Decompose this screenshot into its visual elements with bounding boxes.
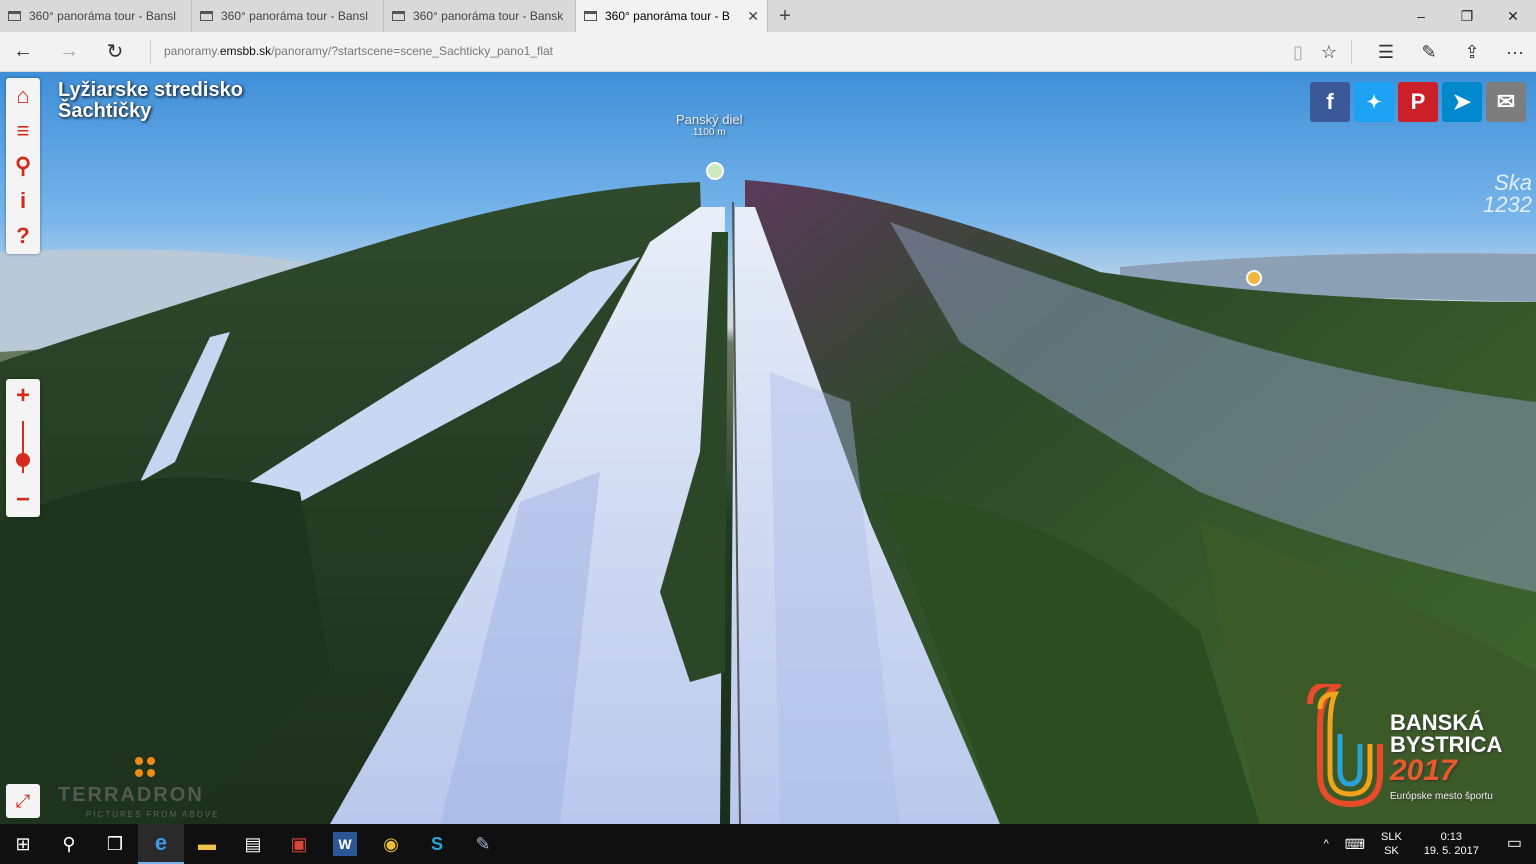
bb-year: 2017 bbox=[1390, 754, 1457, 787]
panorama-viewer[interactable]: Lyžiarske stredisko Šachtičky ⌂ ≡ ⚲ i ? … bbox=[0, 72, 1536, 824]
tab-page-icon bbox=[584, 11, 597, 21]
tray-overflow-icon[interactable]: ^ bbox=[1316, 837, 1337, 851]
info-icon[interactable]: i bbox=[6, 183, 40, 218]
tab-title: 360° panoráma tour - B bbox=[605, 9, 730, 23]
keyboard-icon[interactable]: ⌨ bbox=[1337, 837, 1373, 851]
window-controls: – ❐ ✕ bbox=[1398, 0, 1536, 32]
terradron-logo: TERRADRON bbox=[58, 784, 204, 806]
email-share-button[interactable]: ✉ bbox=[1486, 82, 1526, 122]
keyboard-layout: SK bbox=[1384, 845, 1399, 857]
tab-bar: 360° panoráma tour - Bansl 360° panoráma… bbox=[0, 0, 1536, 32]
close-window-button[interactable]: ✕ bbox=[1490, 0, 1536, 32]
zoom-slider-handle[interactable] bbox=[16, 453, 30, 467]
share-buttons: f ✦ P ➤ ✉ bbox=[1310, 82, 1526, 122]
hub-icon[interactable]: ☰ bbox=[1374, 40, 1398, 64]
map-pin-icon[interactable]: ⚲ bbox=[6, 148, 40, 183]
zoom-out-button[interactable]: − bbox=[6, 483, 40, 517]
bb-line-1: BANSKÁ bbox=[1390, 710, 1485, 735]
browser-tab-2[interactable]: 360° panoráma tour - Bansl bbox=[192, 0, 384, 32]
clock-date: 19. 5. 2017 bbox=[1423, 845, 1479, 857]
search-icon[interactable]: ⚲ bbox=[46, 824, 92, 864]
pdf-app-icon[interactable]: ▣ bbox=[276, 824, 322, 864]
minimize-button[interactable]: – bbox=[1398, 0, 1444, 32]
panorama-sidebar: ⌂ ≡ ⚲ i ? bbox=[6, 78, 40, 254]
url-path: /panoramy/?startscene=scene_Sachticky_pa… bbox=[271, 44, 554, 58]
restore-button[interactable]: ❐ bbox=[1444, 0, 1490, 32]
chrome-app-icon[interactable]: ◉ bbox=[368, 824, 414, 864]
word-app-icon[interactable]: W bbox=[333, 832, 357, 856]
web-note-icon[interactable]: ✎ bbox=[1417, 40, 1441, 64]
browser-tab-1[interactable]: 360° panoráma tour - Bansl bbox=[0, 0, 192, 32]
tab-close-icon[interactable]: ✕ bbox=[747, 8, 759, 25]
zoom-control: + − bbox=[6, 379, 40, 517]
browser-tab-4-active[interactable]: 360° panoráma tour - B ✕ bbox=[576, 0, 768, 32]
hotspot-name: Panský diel bbox=[676, 112, 743, 127]
task-view-icon[interactable]: ❒ bbox=[92, 824, 138, 864]
edge-peak-altitude: 1232 bbox=[1483, 192, 1532, 217]
system-tray: ^ ⌨ SLK SK 0:13 19. 5. 2017 ▭ bbox=[1316, 824, 1536, 864]
windows-taskbar: ⊞ ⚲ ❒ e ▬ ▤ ▣ W ◉ S ✎ bbox=[0, 824, 1536, 864]
paint-app-icon[interactable]: ✎ bbox=[460, 824, 506, 864]
terradron-tagline: PICTURES FROM ABOVE bbox=[86, 810, 220, 819]
title-line-1: Lyžiarske stredisko bbox=[58, 79, 243, 101]
edge-peak-name: Ska bbox=[1494, 170, 1532, 195]
twitter-share-button[interactable]: ✦ bbox=[1354, 82, 1394, 122]
terradron-logo-icon bbox=[135, 757, 155, 777]
tab-page-icon bbox=[8, 11, 21, 21]
back-button[interactable]: ← bbox=[0, 32, 46, 72]
tab-page-icon bbox=[200, 11, 213, 21]
zoom-in-button[interactable]: + bbox=[6, 379, 40, 413]
clock-time: 0:13 bbox=[1440, 831, 1463, 843]
fullscreen-icon[interactable]: ⤢ bbox=[6, 784, 40, 818]
tab-title: 360° panoráma tour - Bansl bbox=[221, 9, 368, 23]
browser-tab-3[interactable]: 360° panoráma tour - Bansk bbox=[384, 0, 576, 32]
language-code: SLK bbox=[1381, 831, 1402, 843]
forward-button[interactable]: → bbox=[46, 32, 92, 72]
notifications-icon[interactable]: ▭ bbox=[1493, 836, 1536, 852]
address-separator bbox=[150, 40, 151, 64]
more-icon[interactable]: ··· bbox=[1503, 40, 1527, 64]
bb-subtitle: Európske mesto športu bbox=[1390, 791, 1493, 802]
bb-line-2: BYSTRICA bbox=[1390, 732, 1503, 757]
pinterest-share-button[interactable]: P bbox=[1398, 82, 1438, 122]
home-icon[interactable]: ⌂ bbox=[6, 78, 40, 113]
facebook-share-button[interactable]: f bbox=[1310, 82, 1350, 122]
edge-peak-label: Ska 1232 bbox=[1483, 172, 1532, 216]
title-line-2: Šachtičky bbox=[58, 100, 152, 122]
share-icon[interactable]: ⇪ bbox=[1460, 40, 1484, 64]
favorite-star-icon[interactable]: ☆ bbox=[1317, 40, 1341, 64]
menu-icon[interactable]: ≡ bbox=[6, 113, 40, 148]
url-prefix: panoramy. bbox=[164, 44, 220, 58]
store-icon[interactable]: ▤ bbox=[230, 824, 276, 864]
hotspot-marker-icon[interactable] bbox=[706, 162, 724, 180]
tab-page-icon bbox=[392, 11, 405, 21]
help-icon[interactable]: ? bbox=[6, 218, 40, 253]
hotspot-label-pansky-diel: Panský diel 1100 m bbox=[676, 112, 742, 138]
hotspot-altitude: 1100 m bbox=[692, 127, 726, 138]
start-button[interactable]: ⊞ bbox=[0, 824, 46, 864]
new-tab-button[interactable]: + bbox=[768, 0, 802, 32]
skype-app-icon[interactable]: S bbox=[414, 824, 460, 864]
refresh-button[interactable]: ↻ bbox=[92, 32, 138, 72]
banska-bystrica-logo: BANSKÁ BYSTRICA 2017 Európske mesto špor… bbox=[1390, 712, 1502, 808]
telegram-share-button[interactable]: ➤ bbox=[1442, 82, 1482, 122]
tab-title: 360° panoráma tour - Bansk bbox=[413, 9, 564, 23]
edge-app-icon[interactable]: e bbox=[138, 824, 184, 864]
tab-title: 360° panoráma tour - Bansl bbox=[29, 9, 176, 23]
url-domain: emsbb.sk bbox=[219, 44, 272, 58]
toolbar-separator bbox=[1351, 40, 1352, 64]
hotspot-marker-icon[interactable] bbox=[1246, 270, 1262, 286]
panorama-title: Lyžiarske stredisko Šachtičky bbox=[58, 80, 243, 122]
language-indicator[interactable]: SLK SK bbox=[1373, 830, 1410, 858]
clock[interactable]: 0:13 19. 5. 2017 bbox=[1410, 830, 1493, 858]
url-field[interactable]: panoramy.emsbb.sk/panoramy/?startscene=s… bbox=[164, 44, 553, 58]
file-explorer-icon[interactable]: ▬ bbox=[184, 824, 230, 864]
reading-view-icon[interactable]: ▯ bbox=[1286, 40, 1310, 64]
